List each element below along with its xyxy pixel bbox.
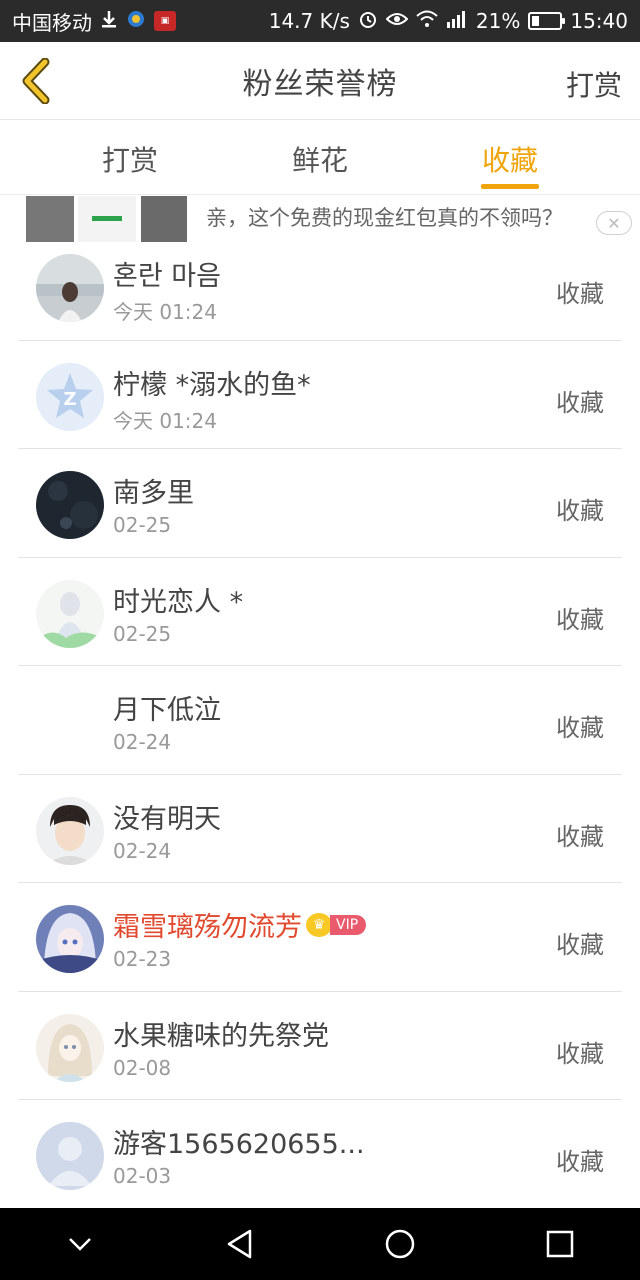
timestamp: 今天 01:24 bbox=[113, 300, 217, 324]
list-item[interactable]: 水果糖味的先祭党 02-08 收藏 bbox=[0, 992, 640, 1100]
active-tab-indicator bbox=[481, 184, 539, 189]
action-label: 收藏 bbox=[556, 605, 604, 634]
user-name: 南多里 bbox=[113, 478, 194, 509]
action-label: 收藏 bbox=[556, 714, 604, 742]
system-nav-bar bbox=[0, 1208, 640, 1280]
nav-back-button[interactable] bbox=[210, 1214, 270, 1274]
back-triangle-icon bbox=[227, 1229, 252, 1259]
user-name: 月下低泣 bbox=[113, 695, 221, 726]
action-label: 收藏 bbox=[556, 1148, 604, 1176]
avatar[interactable] bbox=[36, 471, 104, 539]
collapse-button[interactable] bbox=[50, 1214, 110, 1274]
user-name: 水果糖味的先祭党 bbox=[113, 1020, 329, 1052]
user-name: 没有明天 bbox=[113, 803, 221, 835]
chevron-left-icon bbox=[22, 58, 50, 104]
timestamp: 02-23 bbox=[113, 947, 172, 971]
signal-icon bbox=[446, 10, 468, 33]
nav-home-button[interactable] bbox=[370, 1214, 430, 1274]
page-title: 粉丝荣誉榜 bbox=[242, 66, 398, 102]
avatar[interactable] bbox=[36, 579, 104, 648]
app-notification-icon bbox=[126, 9, 146, 34]
battery-icon bbox=[528, 12, 566, 30]
avatar[interactable] bbox=[36, 796, 104, 865]
crown-icon: ♛ bbox=[306, 912, 332, 937]
list-item[interactable]: 没有明天 02-24 收藏 bbox=[0, 775, 640, 883]
list-item[interactable]: 月下低泣 02-24 收藏 bbox=[0, 666, 640, 775]
chevron-down-icon bbox=[69, 1238, 91, 1251]
timestamp: 02-03 bbox=[113, 1164, 172, 1188]
avatar[interactable] bbox=[36, 1122, 104, 1190]
home-circle-icon bbox=[385, 1229, 415, 1259]
clock: 15:40 bbox=[570, 9, 628, 33]
timestamp: 02-25 bbox=[113, 621, 172, 646]
tab-favorites[interactable]: 收藏 bbox=[450, 139, 570, 179]
timestamp: 02-24 bbox=[113, 838, 172, 863]
carrier-label: 中国移动 bbox=[12, 10, 92, 35]
app-header: 粉丝荣誉榜 打赏 bbox=[0, 42, 640, 120]
ad-text: 亲，这个免费的现金红包真的不领吗？ bbox=[206, 206, 563, 230]
user-name: 혼란 마음 bbox=[113, 261, 221, 292]
timestamp: 02-08 bbox=[113, 1055, 172, 1080]
close-icon: ✕ bbox=[607, 213, 621, 233]
back-button[interactable] bbox=[14, 56, 58, 106]
list-item[interactable]: 时光恋人 * 02-25 收藏 bbox=[0, 558, 640, 666]
nav-recents-button[interactable] bbox=[530, 1214, 590, 1274]
fan-list: 혼란 마음 今天 01:24 收藏 Z 柠檬 *溺水的鱼* 今天 01:24 收… bbox=[0, 232, 640, 1209]
network-speed: 14.7 K/s bbox=[268, 9, 350, 33]
reward-button[interactable]: 打赏 bbox=[566, 64, 622, 104]
action-label: 收藏 bbox=[556, 822, 604, 851]
avatar[interactable] bbox=[36, 254, 104, 322]
list-item[interactable]: 游客1565620655... 02-03 收藏 bbox=[0, 1100, 640, 1209]
download-icon bbox=[100, 9, 118, 34]
user-name: 游客1565620655... bbox=[113, 1129, 365, 1160]
avatar[interactable] bbox=[36, 1013, 104, 1082]
user-name: 时光恋人 * bbox=[113, 586, 244, 618]
action-label: 收藏 bbox=[556, 1039, 604, 1068]
list-item[interactable]: 혼란 마음 今天 01:24 收藏 bbox=[0, 232, 640, 341]
user-name-text: 霜雪璃殇勿流芳 bbox=[113, 912, 302, 943]
action-label: 收藏 bbox=[556, 497, 604, 525]
tab-reward[interactable]: 打赏 bbox=[70, 139, 190, 179]
battery-percent: 21% bbox=[475, 9, 521, 33]
action-label: 收藏 bbox=[556, 388, 604, 417]
recents-square-icon bbox=[546, 1230, 574, 1258]
action-label: 收藏 bbox=[556, 280, 604, 308]
alarm-icon bbox=[358, 9, 378, 34]
tab-bar: 打赏 鲜花 收藏 bbox=[0, 121, 640, 195]
list-item[interactable]: 南多里 02-25 收藏 bbox=[0, 449, 640, 558]
notification-badge-icon: ▣ bbox=[154, 11, 176, 31]
status-bar: 中国移动 ▣ 14.7 K/s 21% 15:40 bbox=[0, 0, 640, 42]
list-item[interactable]: Z 柠檬 *溺水的鱼* 今天 01:24 收藏 bbox=[0, 341, 640, 449]
tab-flowers[interactable]: 鲜花 bbox=[260, 139, 380, 179]
eye-icon bbox=[385, 11, 409, 32]
timestamp: 02-25 bbox=[113, 513, 172, 537]
list-item[interactable]: 霜雪璃殇勿流芳 ♛ VIP 02-23 收藏 bbox=[0, 883, 640, 992]
user-name: 柠檬 *溺水的鱼* bbox=[113, 369, 311, 401]
wifi-icon bbox=[416, 10, 438, 33]
svg-text:Z: Z bbox=[63, 389, 76, 410]
avatar[interactable] bbox=[36, 905, 104, 973]
timestamp: 02-24 bbox=[113, 730, 172, 754]
user-name: 霜雪璃殇勿流芳 ♛ VIP bbox=[113, 905, 367, 944]
timestamp: 今天 01:24 bbox=[113, 408, 217, 433]
avatar[interactable]: Z bbox=[36, 362, 104, 431]
vip-badge: ♛ VIP bbox=[306, 912, 367, 937]
action-label: 收藏 bbox=[556, 931, 604, 959]
vip-label: VIP bbox=[330, 914, 367, 935]
